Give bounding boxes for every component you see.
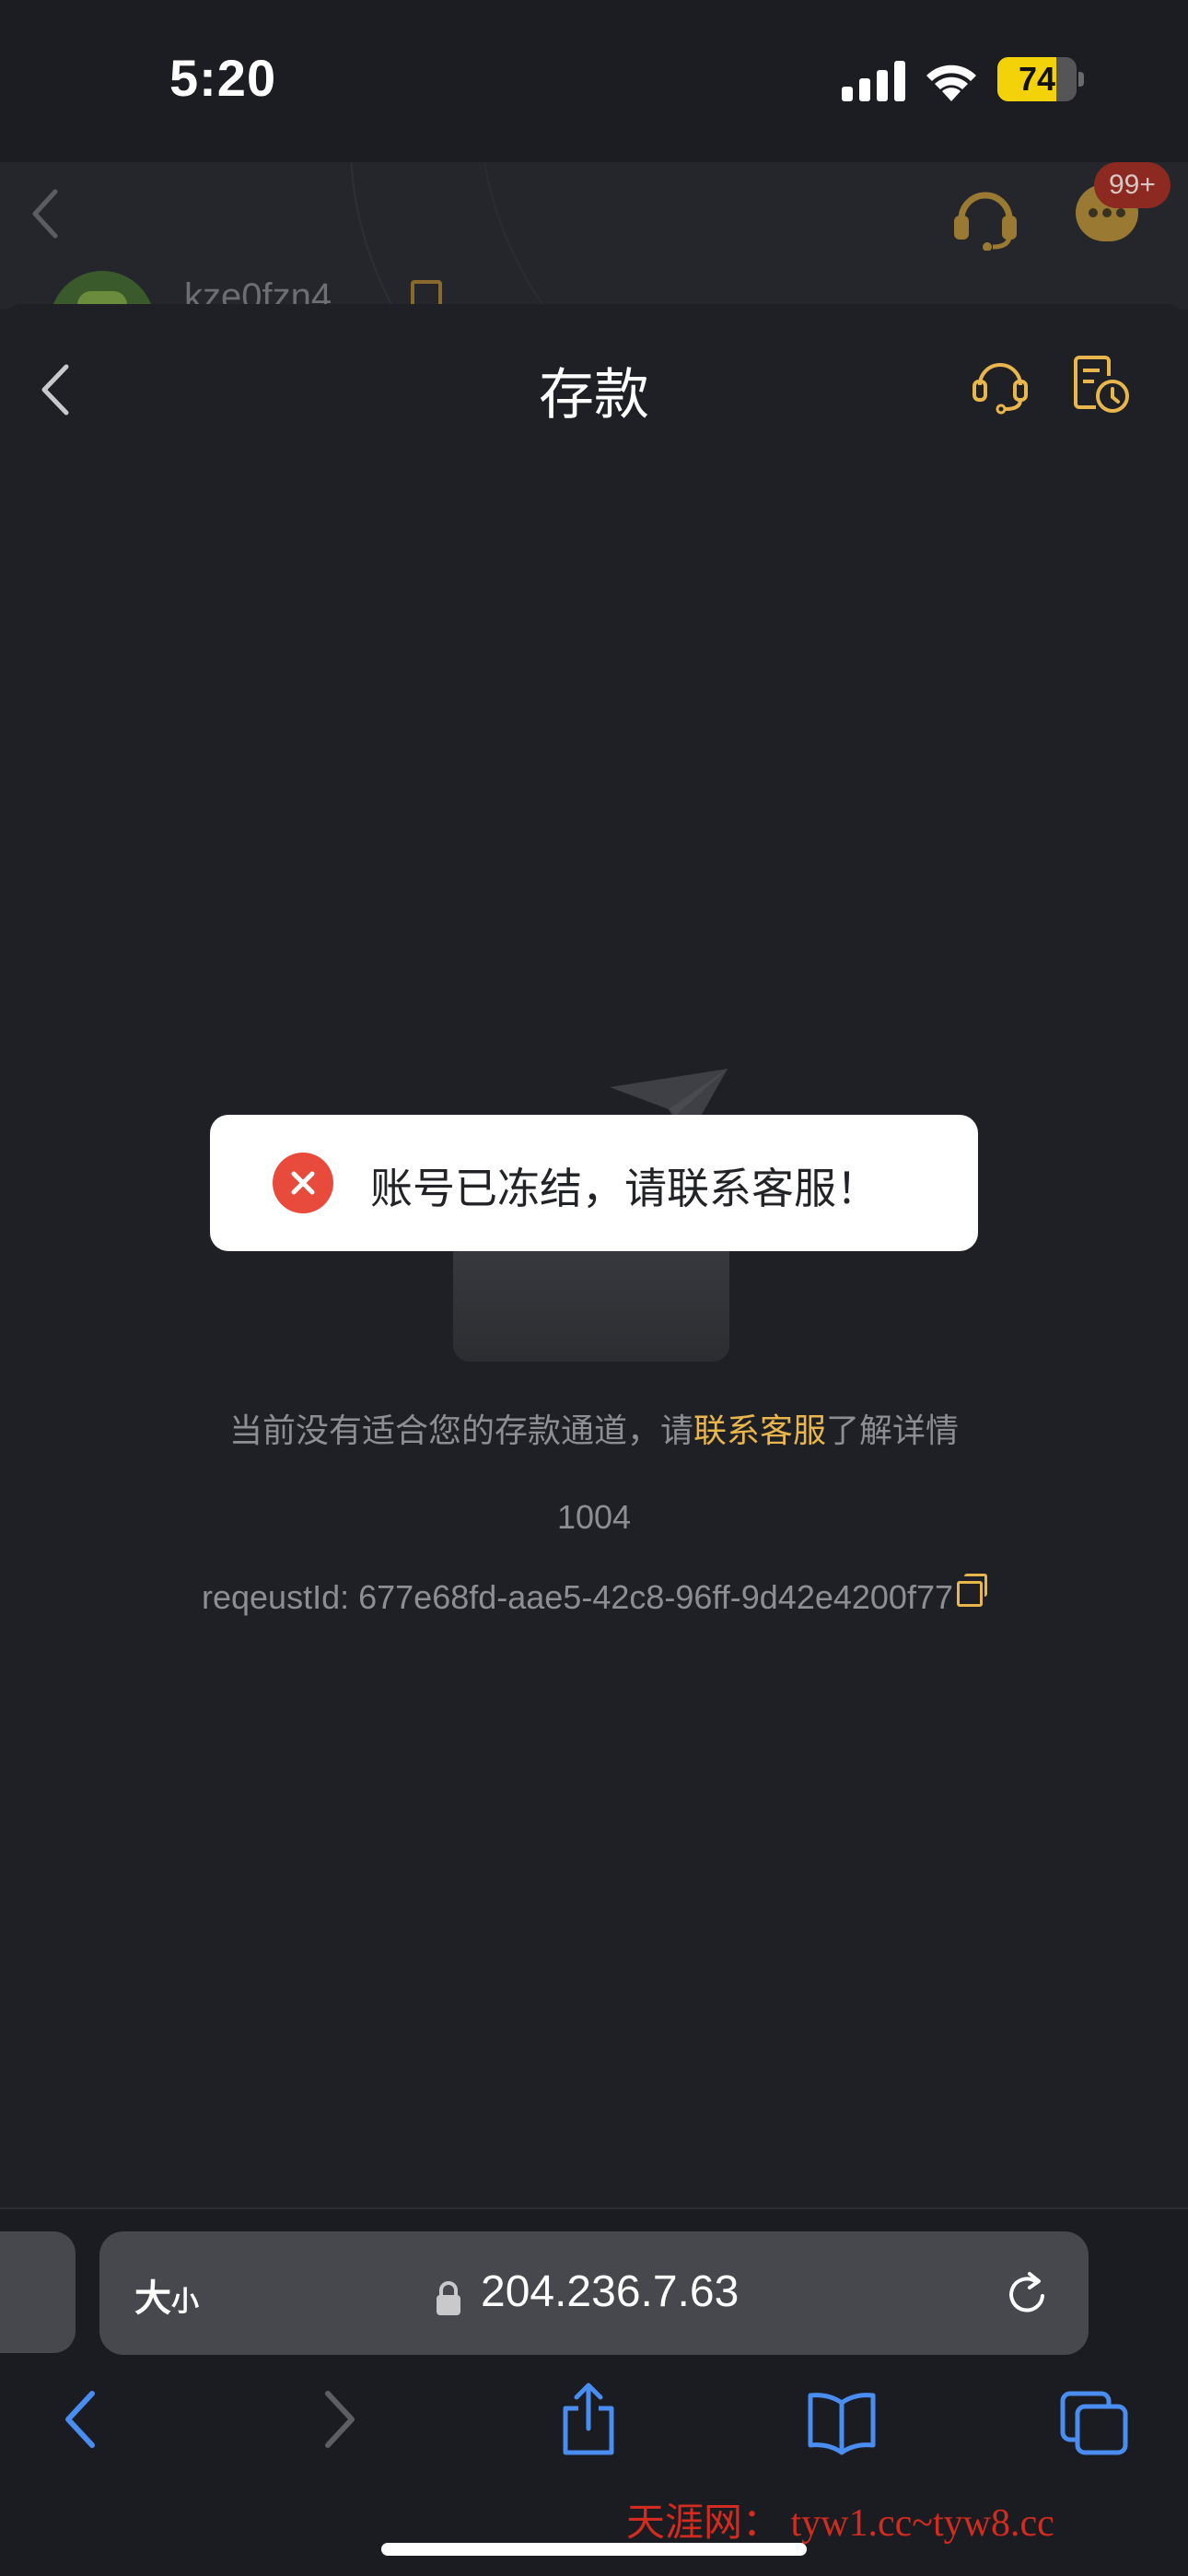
url-text: 204.236.7.63 [481, 2267, 740, 2316]
close-icon [291, 1171, 315, 1195]
previous-tab-preview[interactable] [0, 2231, 76, 2353]
page-title: 存款 [539, 363, 649, 427]
toast-message: 账号已冻结，请联系客服！ [370, 1164, 879, 1213]
error-toast: 账号已冻结，请联系客服！ [210, 1115, 978, 1251]
chevron-left-icon [32, 189, 58, 239]
customer-service-icon[interactable] [971, 354, 1030, 415]
deposit-history-icon[interactable] [1072, 354, 1131, 415]
battery-indicator: 74 [997, 57, 1084, 101]
screen: 5:20 74 99+ kze0fzn4 存款 当前没有适合您的存款通道，请联系… [0, 0, 1188, 2576]
empty-state-text: 当前没有适合您的存款通道，请 [228, 1412, 693, 1450]
background-decoration [479, 162, 1188, 310]
status-time: 5:20 [169, 49, 277, 107]
request-id-row: reqeustId: 677e68fd-aae5-42c8-96ff-9d42e… [0, 1574, 1188, 1617]
battery-percent: 74 [1018, 60, 1056, 98]
battery-cap [1078, 72, 1084, 87]
address-bar[interactable]: 大小 204.236.7.63 [99, 2231, 1089, 2355]
request-id-text: reqeustId: 677e68fd-aae5-42c8-96ff-9d42e… [202, 1578, 953, 1616]
share-icon[interactable] [556, 2381, 621, 2458]
message-count-badge: 99+ [1094, 162, 1171, 208]
contact-support-link[interactable]: 联系客服 [693, 1412, 826, 1450]
reader-label-big: 大 [134, 2277, 171, 2320]
bookmarks-icon[interactable] [805, 2381, 879, 2458]
page-settings-button[interactable]: 大小 [134, 2268, 199, 2322]
forward-icon[interactable] [313, 2381, 365, 2458]
copy-icon[interactable] [957, 1574, 987, 1607]
error-code: 1004 [556, 1498, 632, 1536]
battery-body: 74 [997, 57, 1077, 101]
watermark-text: 天涯网： tyw1.cc~tyw8.cc [626, 2502, 1054, 2545]
browser-toolbar: 大小 204.236.7.63 天涯网： tyw1.cc~tyw8.cc [0, 2207, 1188, 2576]
deposit-sheet: 存款 当前没有适合您的存款通道，请联系客服了解详情 1004 reqeustId… [0, 304, 1188, 2207]
wifi-icon [926, 64, 976, 101]
empty-state-text-tail: 了解详情 [826, 1412, 960, 1450]
status-bar: 5:20 74 [0, 0, 1188, 162]
background-app-header: 99+ kze0fzn4 [0, 162, 1188, 310]
back-icon[interactable] [55, 2381, 107, 2458]
cellular-signal-icon [842, 61, 905, 101]
reload-icon[interactable] [1002, 2268, 1054, 2320]
empty-state-message: 当前没有适合您的存款通道，请联系客服了解详情 [0, 1404, 1188, 1452]
error-circle-icon [273, 1153, 333, 1213]
chevron-left-icon[interactable] [37, 361, 74, 418]
headset-icon [954, 192, 1017, 251]
tabs-icon[interactable] [1057, 2381, 1131, 2458]
lock-icon [437, 2281, 460, 2315]
home-indicator[interactable] [381, 2543, 807, 2556]
reader-label-small: 小 [171, 2286, 199, 2318]
